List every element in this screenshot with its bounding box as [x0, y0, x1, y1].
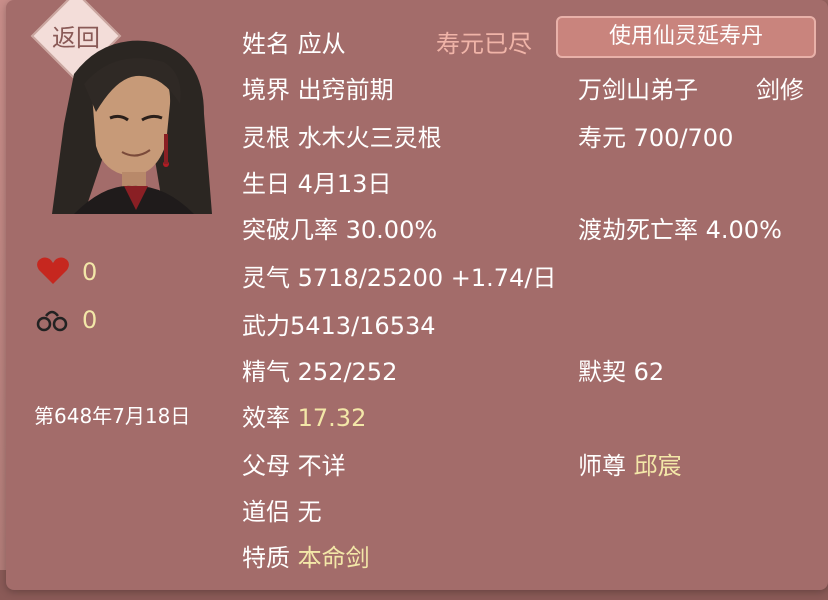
heart-icon — [37, 257, 69, 284]
sect: 万剑山弟子 — [578, 76, 698, 104]
lifespan-value: 700/700 — [633, 124, 734, 152]
tacit-label: 默契 — [578, 358, 626, 386]
master-label: 师尊 — [578, 452, 626, 480]
essence-label: 精气 — [242, 358, 290, 386]
essence-value: 252/252 — [297, 358, 398, 386]
birthday-label: 生日 — [242, 170, 290, 198]
name-row: 姓名 应从 — [242, 24, 346, 59]
tacit-row: 默契 62 — [578, 352, 664, 387]
cultivator-class: 剑修 — [756, 76, 804, 104]
spirit-root-value: 水木火三灵根 — [297, 124, 442, 152]
parents-value: 不详 — [297, 452, 346, 480]
bond-value: 0 — [82, 306, 98, 334]
qi-row: 灵气 5718/25200 +1.74/日 — [242, 258, 556, 293]
force-value: 5413/16534 — [290, 312, 436, 340]
trait-label: 特质 — [242, 544, 290, 572]
tribulation-value: 4.00% — [705, 216, 782, 244]
lifespan-status: 寿元已尽 — [436, 30, 532, 58]
efficiency-row: 效率 17.32 — [242, 398, 366, 433]
use-lifespan-pill-button[interactable]: 使用仙灵延寿丹 — [556, 16, 816, 58]
parents-label: 父母 — [242, 452, 290, 480]
partner-value: 无 — [297, 498, 322, 526]
force-label: 武力 — [242, 312, 290, 340]
partner-label: 道侣 — [242, 498, 290, 526]
qi-value: 5718/25200 +1.74/日 — [297, 264, 557, 292]
essence-row: 精气 252/252 — [242, 352, 397, 387]
name-label: 姓名 — [242, 30, 290, 58]
parents-row: 父母 不详 — [242, 446, 346, 481]
breakthrough-value: 30.00% — [345, 216, 438, 244]
qi-label: 灵气 — [242, 264, 290, 292]
handcuffs-icon — [36, 310, 68, 332]
master-value: 邱宸 — [633, 452, 682, 480]
force-row: 武力5413/16534 — [242, 306, 436, 341]
breakthrough-label: 突破几率 — [242, 216, 338, 244]
tribulation-label: 渡劫死亡率 — [578, 216, 698, 244]
spirit-root-row: 灵根 水木火三灵根 — [242, 118, 442, 153]
realm-label: 境界 — [242, 76, 290, 104]
partner-row: 道侣 无 — [242, 492, 322, 527]
trait-row: 特质 本命剑 — [242, 538, 370, 573]
efficiency-value: 17.32 — [297, 404, 367, 432]
game-screen: 返回 0 0 第648年7月18日 姓名 应从 寿元已尽 使用仙灵延寿丹 境界 … — [0, 0, 828, 600]
tacit-value: 62 — [633, 358, 665, 386]
favor-value: 0 — [82, 258, 98, 286]
lifespan-row: 寿元 700/700 — [578, 118, 733, 153]
name-value: 应从 — [297, 30, 346, 58]
realm-value: 出窍前期 — [297, 76, 394, 104]
realm-row: 境界 出窍前期 — [242, 70, 394, 105]
character-portrait — [52, 40, 212, 214]
breakthrough-row: 突破几率 30.00% — [242, 210, 437, 245]
tribulation-row: 渡劫死亡率 4.00% — [578, 210, 782, 245]
birthday-value: 4月13日 — [297, 170, 392, 198]
lifespan-label: 寿元 — [578, 124, 626, 152]
game-date: 第648年7月18日 — [34, 404, 191, 428]
master-row: 师尊 邱宸 — [578, 446, 682, 481]
spirit-root-label: 灵根 — [242, 124, 290, 152]
trait-value: 本命剑 — [297, 544, 370, 572]
birthday-row: 生日 4月13日 — [242, 164, 391, 199]
efficiency-label: 效率 — [242, 404, 290, 432]
